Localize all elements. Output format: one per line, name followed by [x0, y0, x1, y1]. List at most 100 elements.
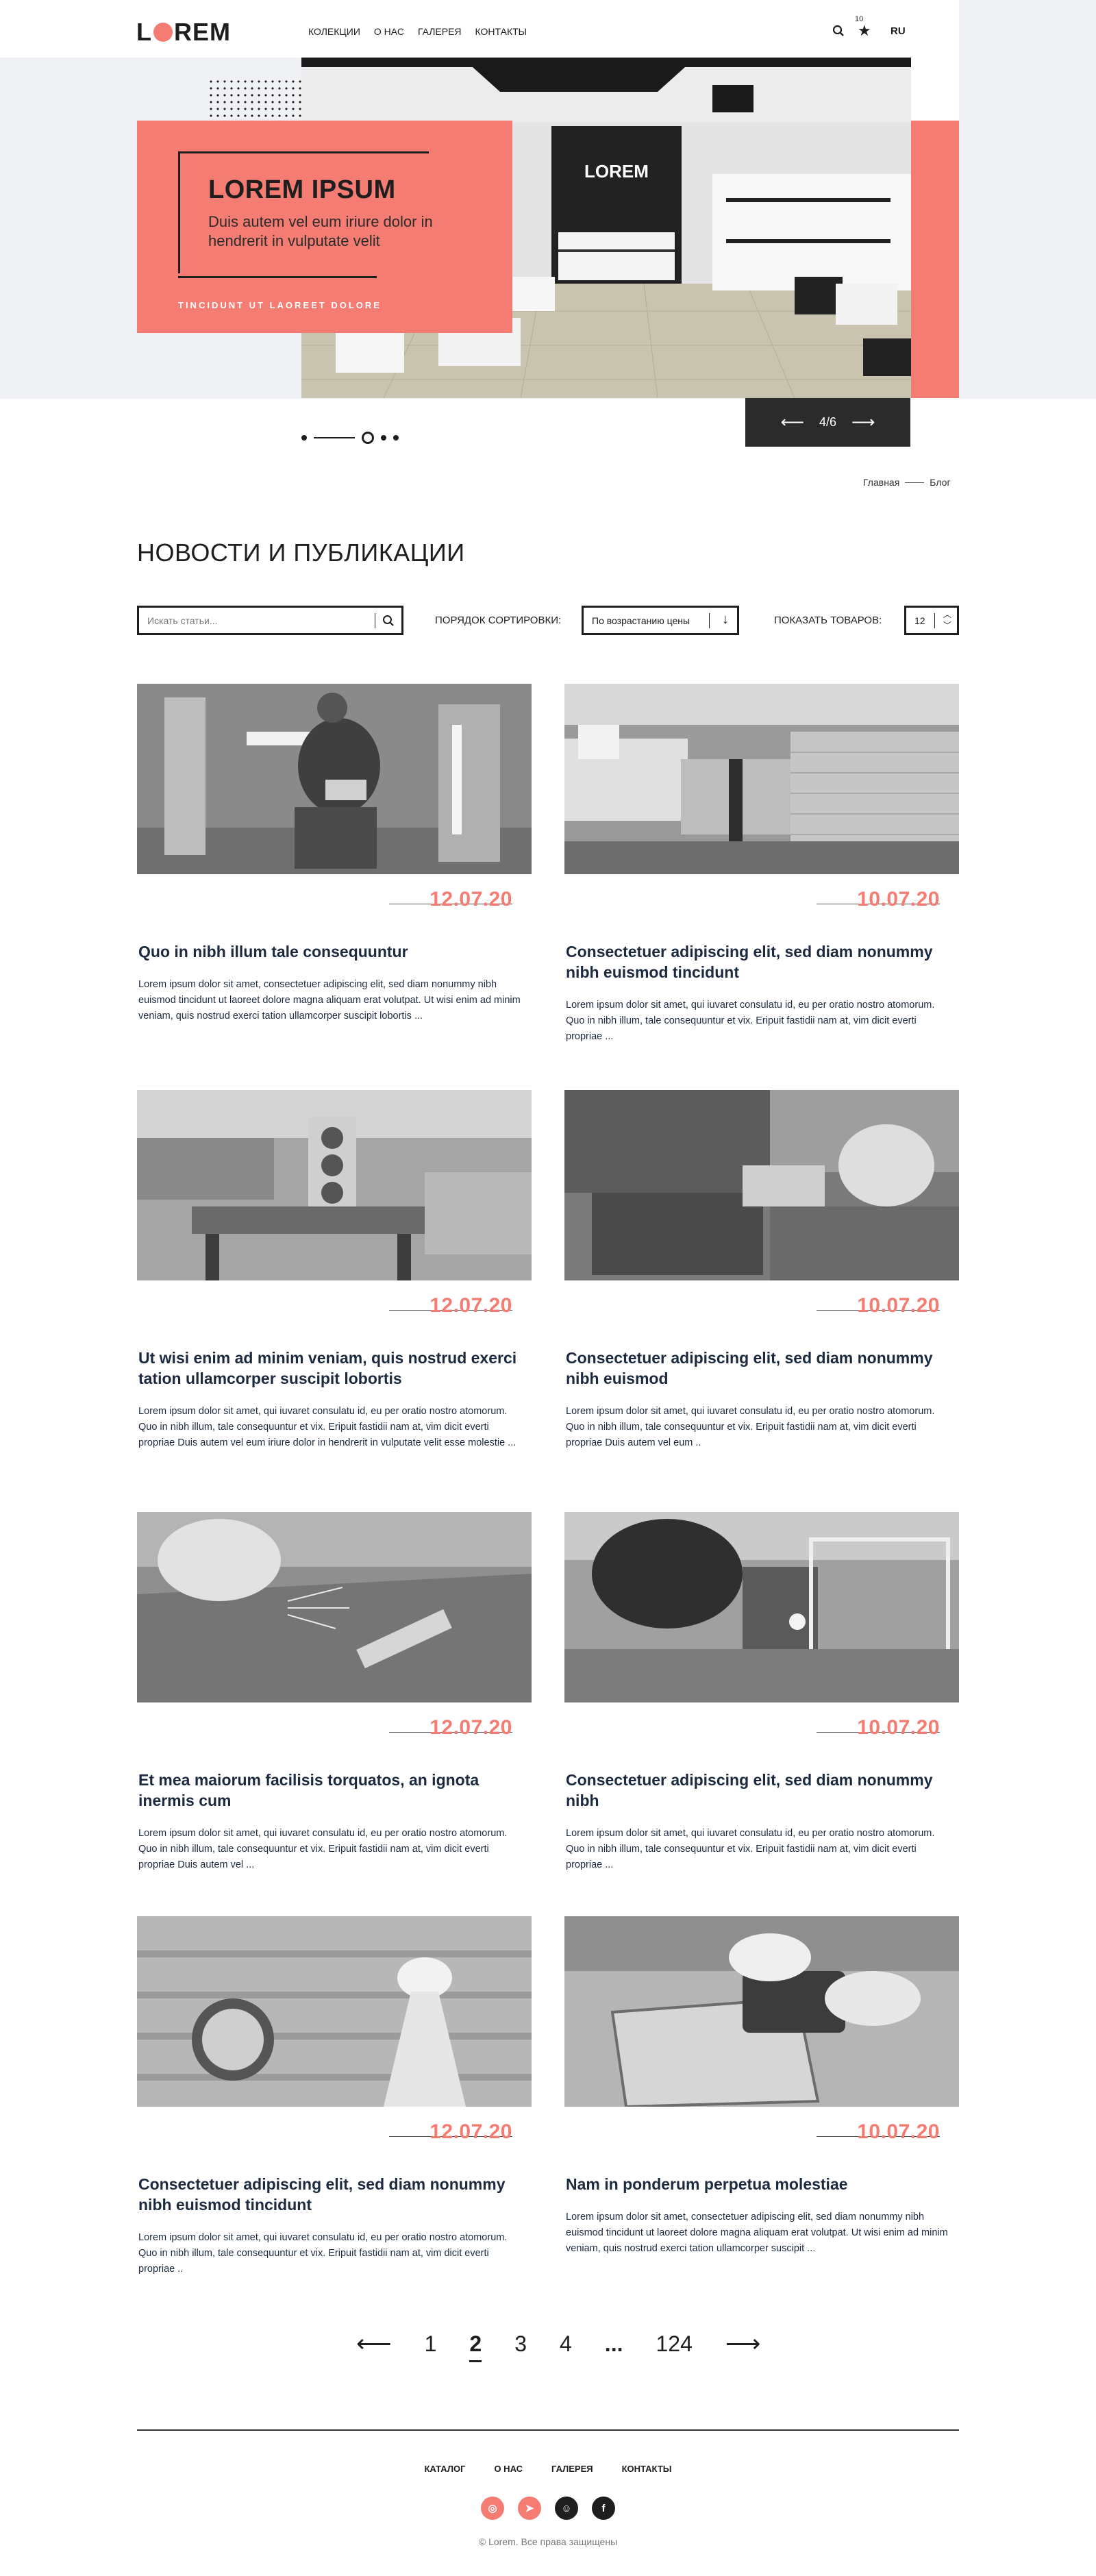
article-image-cutting[interactable]	[564, 1090, 959, 1280]
footer-nav: КАТАЛОГ О НАС ГАЛЕРЕЯ КОНТАКТЫ	[0, 2464, 1096, 2474]
footer-link-catalog[interactable]: КАТАЛОГ	[425, 2464, 466, 2474]
article-title[interactable]: Quo in nibh illum tale consequuntur	[137, 941, 521, 962]
social-links: ◎ ➤ ☺ f	[0, 2497, 1096, 2520]
dots-pattern	[208, 78, 303, 119]
pagination: ⟵ 1 2 3 4 ... 124 ⟶	[356, 2329, 761, 2362]
page-link[interactable]: 4	[560, 2331, 572, 2357]
article-date: 12.07.20	[429, 1716, 512, 1739]
article-image-varnish[interactable]	[137, 1916, 532, 2107]
slider-dots	[301, 432, 399, 444]
article-date-row: 12.07.20	[137, 874, 532, 925]
slider-dot[interactable]	[301, 435, 307, 441]
telegram-icon[interactable]: ➤	[518, 2497, 541, 2520]
nav-item-contacts[interactable]: КОНТАКТЫ	[475, 26, 527, 37]
article-card[interactable]: 12.07.20 Et mea maiorum facilisis torqua…	[137, 1512, 532, 1873]
footer-link-gallery[interactable]: ГАЛЕРЕЯ	[551, 2464, 593, 2474]
article-card[interactable]: 10.07.20 Consectetuer adipiscing elit, s…	[564, 1090, 959, 1451]
footer-link-contacts[interactable]: КОНТАКТЫ	[622, 2464, 672, 2474]
instagram-icon[interactable]: ◎	[481, 2497, 504, 2520]
nav-item-gallery[interactable]: ГАЛЕРЕЯ	[418, 26, 462, 37]
article-search-input[interactable]	[147, 615, 360, 626]
article-image-welding[interactable]	[564, 1512, 959, 1702]
article-title[interactable]: Consectetuer adipiscing elit, sed diam n…	[564, 1348, 948, 1389]
article-card[interactable]: 10.07.20 Nam in ponderum perpetua molest…	[564, 1916, 959, 2257]
nav-item-collections[interactable]: КОЛЕКЦИИ	[308, 26, 363, 40]
breadcrumb: Главная Блог	[863, 477, 954, 488]
article-card[interactable]: 12.07.20 Quo in nibh illum tale consequu…	[137, 684, 532, 1024]
article-date: 10.07.20	[857, 2120, 940, 2143]
slider-controls: ⟵ 4/6 ⟶	[745, 398, 910, 447]
article-card[interactable]: 10.07.20 Consectetuer adipiscing elit, s…	[564, 684, 959, 1045]
article-image-grinding[interactable]	[137, 1512, 532, 1702]
article-search	[137, 606, 403, 635]
favorites-star-icon[interactable]: ★	[858, 23, 871, 38]
breadcrumb-home[interactable]: Главная	[863, 477, 899, 488]
hero-frame-underline	[178, 276, 377, 278]
article-card[interactable]: 12.07.20 Consectetuer adipiscing elit, s…	[137, 1916, 532, 2277]
stepper-arrows: ︿ ﹀	[943, 609, 951, 631]
article-date: 12.07.20	[429, 2120, 512, 2143]
hero-accent-block	[911, 121, 959, 398]
article-excerpt: Lorem ipsum dolor sit amet, qui iuvaret …	[138, 1406, 516, 1448]
article-card[interactable]: 10.07.20 Consectetuer adipiscing elit, s…	[564, 1512, 959, 1873]
page-link-current[interactable]: 2	[469, 2331, 482, 2362]
footer-link-about[interactable]: О НАС	[494, 2464, 523, 2474]
pagination-next-arrow-icon[interactable]: ⟶	[725, 2329, 761, 2358]
article-date-row: 12.07.20	[137, 1702, 532, 1753]
slider-next-arrow-icon[interactable]: ⟶	[851, 412, 875, 432]
article-excerpt: Lorem ipsum dolor sit amet, qui iuvaret …	[566, 1828, 935, 1870]
article-date-row: 10.07.20	[564, 874, 959, 925]
search-icon[interactable]	[832, 25, 845, 37]
show-count-label: ПОКАЗАТЬ ТОВАРОВ:	[774, 615, 882, 626]
article-excerpt: Lorem ipsum dolor sit amet, qui iuvaret …	[138, 2232, 508, 2275]
slider-dot-line	[314, 437, 355, 438]
pagination-prev-arrow-icon[interactable]: ⟵	[356, 2329, 392, 2358]
logo[interactable]: L REM	[136, 18, 231, 47]
nav-item-about[interactable]: О НАС	[374, 26, 404, 37]
facebook-icon[interactable]: f	[592, 2497, 615, 2520]
hero-title: LOREM IPSUM	[208, 175, 396, 204]
article-title[interactable]: Et mea maiorum facilisis torquatos, an i…	[137, 1770, 521, 1811]
breadcrumb-separator	[905, 482, 925, 483]
show-count-stepper[interactable]: 12 ︿ ﹀	[904, 606, 959, 635]
article-title[interactable]: Consectetuer adipiscing elit, sed diam n…	[564, 1770, 948, 1811]
page-link[interactable]: 1	[425, 2331, 437, 2357]
sort-divider	[709, 613, 710, 628]
page-link-last[interactable]: 124	[656, 2331, 692, 2357]
article-date: 10.07.20	[857, 888, 940, 911]
chevron-down-icon[interactable]: ﹀	[943, 621, 951, 630]
article-date: 10.07.20	[857, 1294, 940, 1317]
article-date-row: 10.07.20	[564, 1702, 959, 1753]
slider-dot-active[interactable]	[362, 432, 374, 444]
logo-letters-rem: REM	[174, 18, 231, 46]
article-excerpt: Lorem ipsum dolor sit amet, qui iuvaret …	[138, 1828, 508, 1870]
article-title[interactable]: Consectetuer adipiscing elit, sed diam n…	[564, 941, 948, 982]
article-excerpt: Lorem ipsum dolor sit amet, consectetuer…	[566, 2212, 948, 2254]
article-image-sawmill[interactable]	[564, 684, 959, 874]
stepper-divider	[934, 613, 935, 628]
hero-cta-link[interactable]: TINCIDUNT UT LAOREET DOLORE	[178, 300, 382, 310]
odnoklassniki-icon[interactable]: ☺	[555, 2497, 578, 2520]
chevron-up-icon[interactable]: ︿	[943, 610, 951, 619]
page-ellipsis[interactable]: ...	[605, 2331, 623, 2357]
slider-dot[interactable]	[393, 435, 399, 441]
article-date-row: 12.07.20	[137, 1280, 532, 1331]
slider-dot[interactable]	[381, 435, 386, 441]
article-title[interactable]: Ut wisi enim ad minim veniam, quis nostr…	[137, 1348, 521, 1389]
sort-select[interactable]: По возрастанию цены ↓	[582, 606, 739, 635]
article-excerpt: Lorem ipsum dolor sit amet, qui iuvaret …	[566, 1406, 935, 1448]
article-excerpt: Lorem ipsum dolor sit amet, qui iuvaret …	[566, 1000, 935, 1042]
slider-prev-arrow-icon[interactable]: ⟵	[781, 412, 804, 432]
article-title[interactable]: Consectetuer adipiscing elit, sed diam n…	[137, 2174, 521, 2215]
hero-sign-text: LOREM	[584, 161, 649, 182]
hero-subtitle: Duis autem vel eum iriure dolor in hendr…	[208, 213, 433, 249]
page-link[interactable]: 3	[514, 2331, 527, 2357]
article-image-sanding[interactable]	[564, 1916, 959, 2107]
article-card[interactable]: 12.07.20 Ut wisi enim ad minim veniam, q…	[137, 1090, 532, 1451]
article-image-painter[interactable]	[137, 684, 532, 874]
article-image-workshop[interactable]	[137, 1090, 532, 1280]
article-title[interactable]: Nam in ponderum perpetua molestiae	[564, 2174, 948, 2194]
breadcrumb-current: Блог	[927, 477, 954, 488]
language-switch[interactable]: RU	[891, 25, 906, 37]
search-icon[interactable]	[382, 615, 395, 627]
